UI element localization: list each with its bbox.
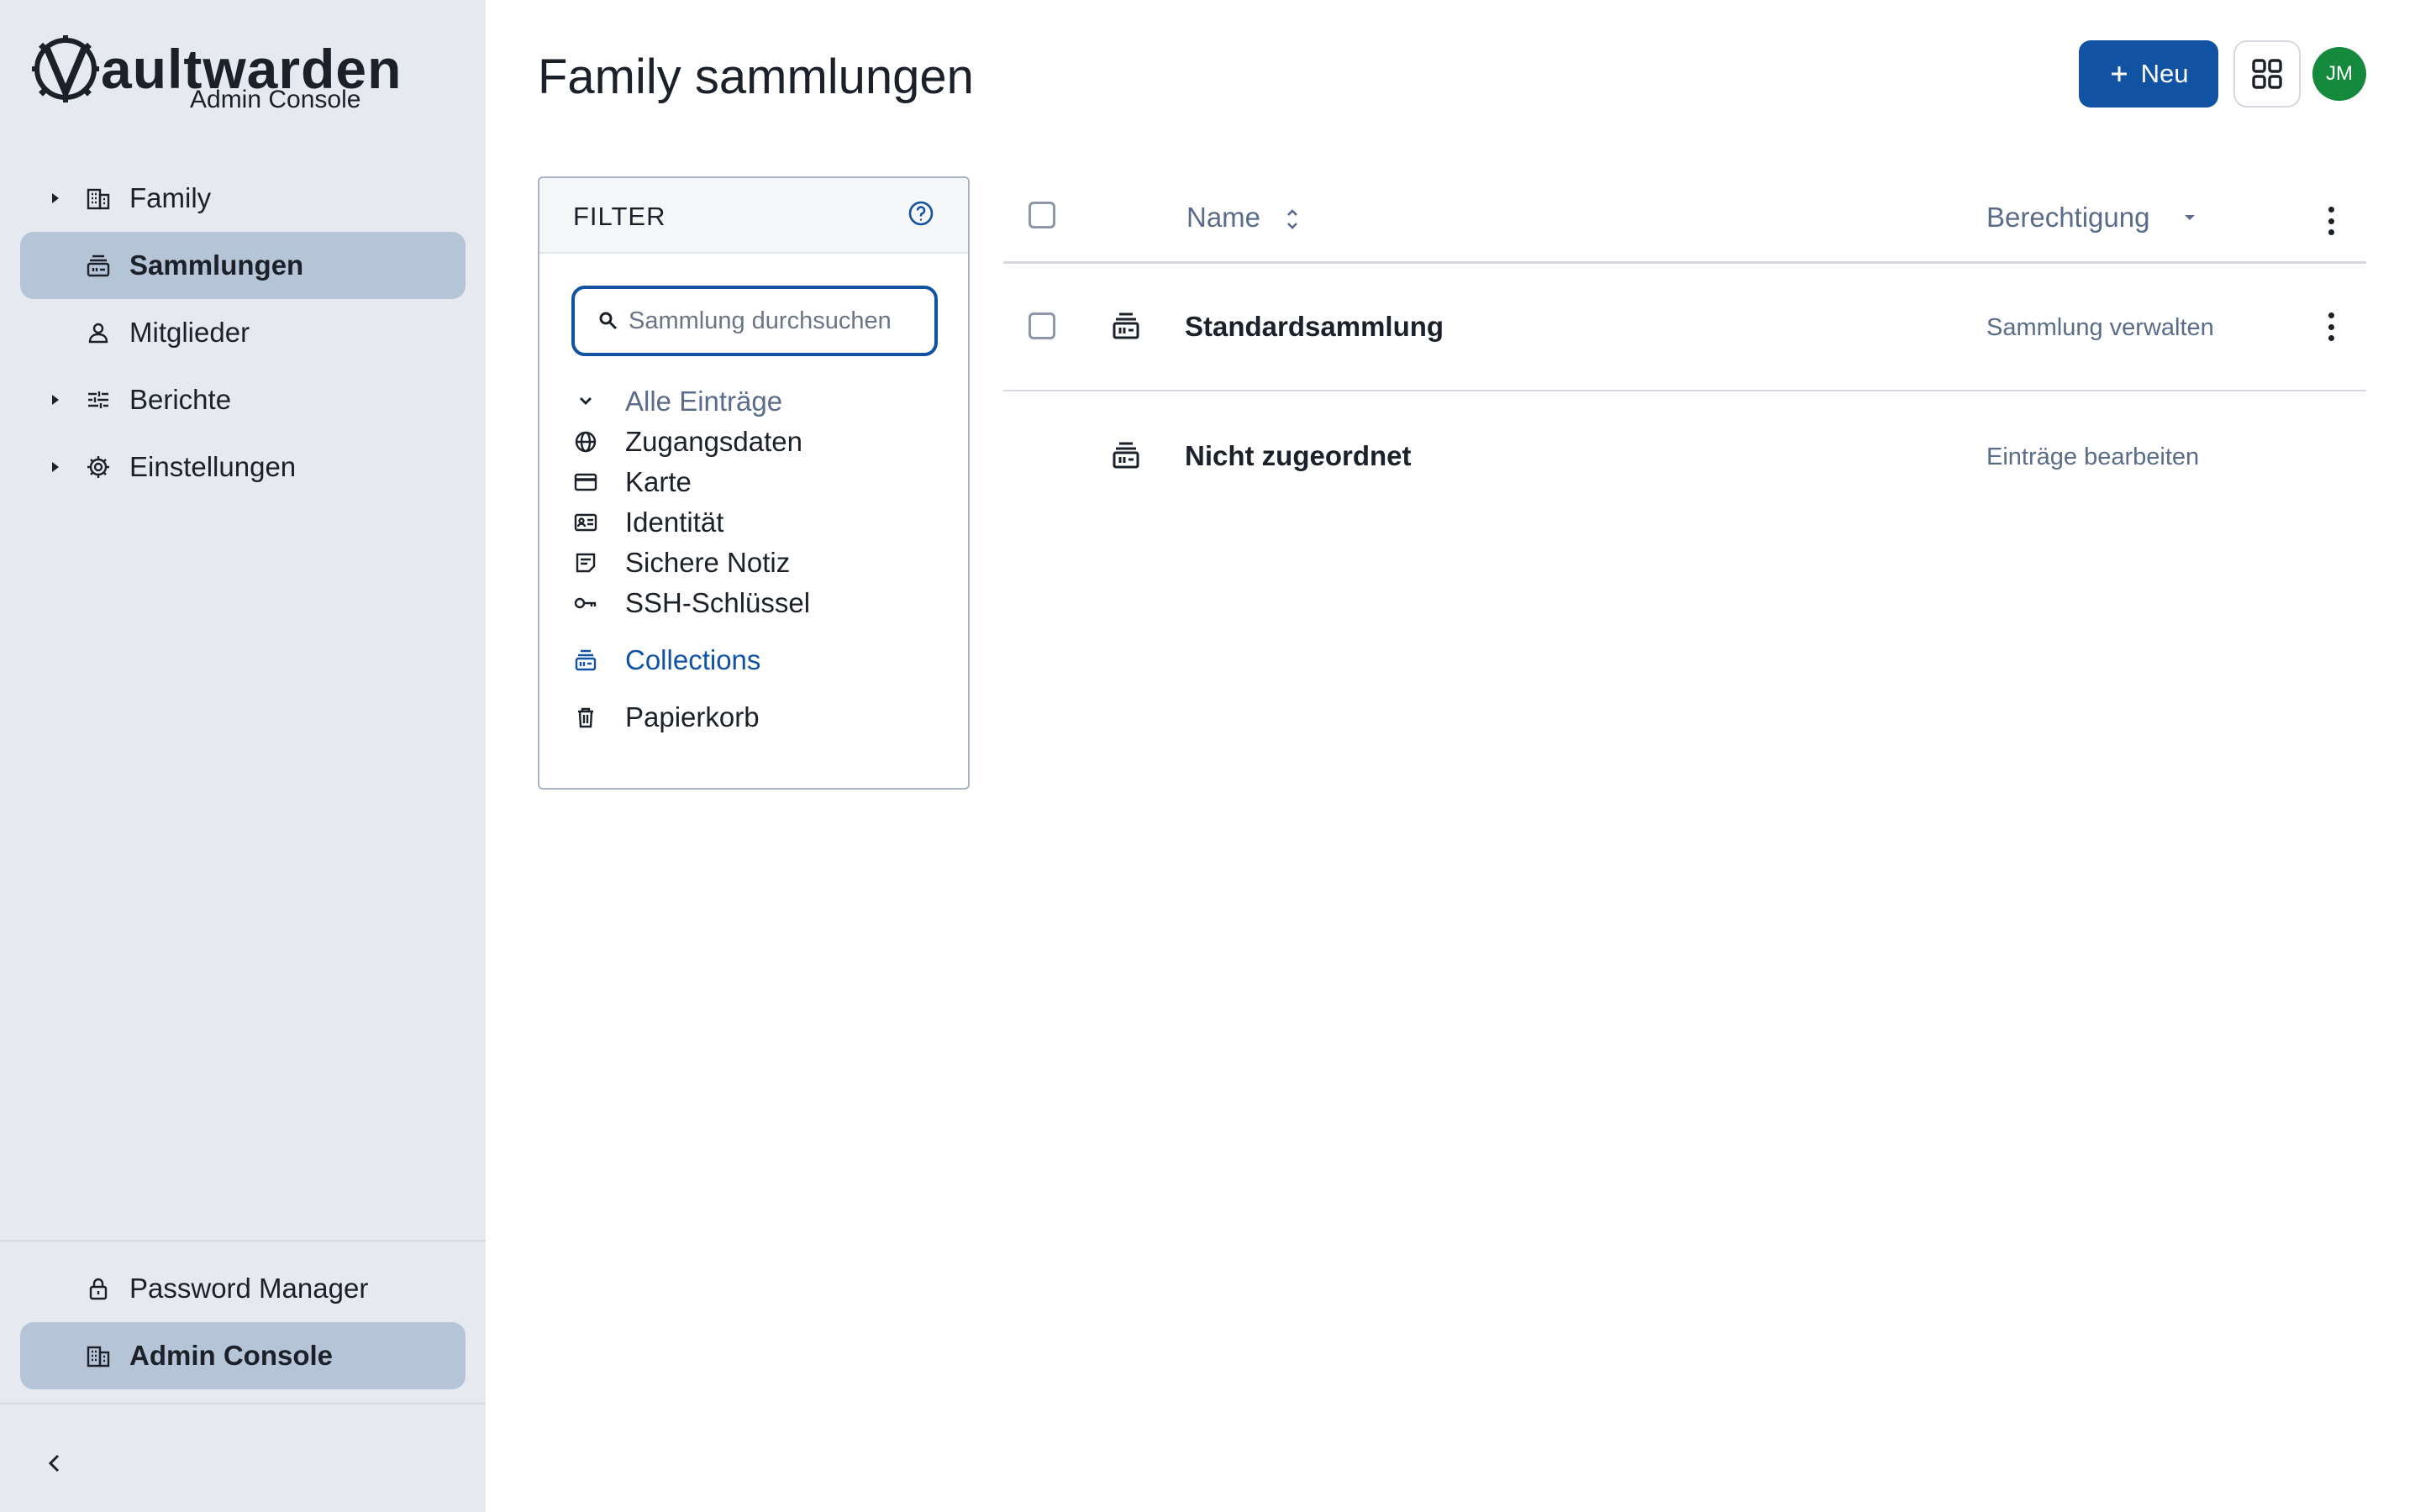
filter-collections[interactable]: Collections (573, 642, 760, 679)
building-icon (84, 1341, 113, 1370)
filter-all-items-label: Alle Einträge (625, 386, 783, 417)
id-card-icon (573, 510, 598, 535)
vaultwarden-logo[interactable]: aultwarden Admin Console (32, 30, 401, 123)
caret-down-icon[interactable] (2183, 213, 2196, 222)
table-row[interactable]: Nicht zugeordnet Einträge bearbeiten (1003, 391, 2366, 519)
collection-search-box[interactable] (571, 286, 938, 356)
key-icon (573, 591, 598, 616)
filter-type-label: Karte (625, 466, 692, 497)
chevron-left-icon (48, 1454, 60, 1473)
collapse-sidebar-button[interactable] (37, 1446, 71, 1480)
plus-icon (2111, 66, 2127, 81)
product-label: Password Manager (129, 1273, 369, 1304)
product-label: Admin Console (129, 1340, 334, 1371)
building-icon (84, 184, 113, 213)
select-all-checkbox[interactable] (1028, 202, 1055, 228)
filter-type-secure-note[interactable]: Sichere Notiz (573, 544, 790, 581)
sidebar-item-label: Mitglieder (129, 317, 250, 348)
filter-collections-label: Collections (625, 644, 761, 675)
sort-icon[interactable] (1282, 205, 1302, 234)
filter-trash[interactable]: Papierkorb (573, 699, 760, 736)
filter-type-card[interactable]: Karte (573, 464, 692, 501)
table-row[interactable]: Standardsammlung Sammlung verwalten (1003, 264, 2366, 391)
filter-type-ssh-key[interactable]: SSH-Schlüssel (573, 585, 810, 622)
card-icon (573, 470, 598, 495)
collection-name[interactable]: Nicht zugeordnet (1185, 440, 1412, 472)
shield-gear-logo-icon (32, 35, 99, 102)
row-checkbox[interactable] (1028, 312, 1055, 339)
sidebar-item-mitglieder[interactable]: Mitglieder (20, 299, 466, 366)
collection-name[interactable]: Standardsammlung (1185, 311, 1444, 343)
filter-panel: FILTER Alle Einträge Zugangsdaten Karte … (538, 176, 970, 790)
filter-header: FILTER (539, 178, 968, 254)
sidebar-item-berichte[interactable]: Berichte (20, 366, 466, 433)
sidebar-item-label: Sammlungen (129, 249, 304, 281)
filter-type-login[interactable]: Zugangsdaten (573, 423, 802, 460)
trash-icon (573, 705, 598, 730)
chevron-down-icon[interactable] (573, 389, 598, 414)
help-icon[interactable] (908, 200, 934, 227)
table-options-kebab-icon[interactable] (2326, 207, 2336, 235)
search-icon (599, 312, 618, 330)
collection-permission: Einträge bearbeiten (1986, 444, 2200, 470)
lock-icon (84, 1274, 113, 1303)
page-title: Family sammlungen (538, 50, 974, 104)
product-admin-console[interactable]: Admin Console (20, 1322, 466, 1389)
search-input[interactable] (629, 301, 923, 341)
sliders-icon (84, 386, 113, 414)
note-icon (573, 550, 598, 575)
filter-type-label: Sichere Notiz (625, 547, 791, 578)
new-button[interactable]: Neu (2079, 40, 2218, 108)
collection-icon (573, 648, 598, 673)
grid-icon (2252, 59, 2282, 89)
caret-right-icon[interactable] (47, 190, 64, 207)
filter-trash-label: Papierkorb (625, 701, 760, 732)
new-button-label: Neu (2140, 59, 2189, 88)
collection-icon (1113, 312, 1139, 339)
caret-right-icon[interactable] (47, 459, 64, 475)
sidebar-item-label: Einstellungen (129, 451, 297, 482)
collection-icon (84, 251, 113, 280)
sidebar-item-einstellungen[interactable]: Einstellungen (20, 433, 466, 501)
column-header-permission[interactable]: Berechtigung (1986, 202, 2149, 234)
sidebar-item-sammlungen[interactable]: Sammlungen (20, 232, 466, 299)
sidebar-divider (0, 1403, 486, 1404)
user-icon (84, 318, 113, 347)
row-options-kebab-icon[interactable] (2326, 312, 2336, 341)
sidebar-item-label: Family (129, 182, 212, 213)
filter-type-label: Identität (625, 507, 724, 538)
avatar[interactable]: JM (2312, 47, 2366, 101)
sidebar-item-label: Berichte (129, 384, 232, 415)
filter-title: FILTER (573, 202, 666, 231)
sidebar: aultwarden Admin Console Family Sammlung… (0, 0, 486, 1512)
column-header-name[interactable]: Name (1186, 202, 1260, 234)
caret-right-icon[interactable] (47, 391, 64, 408)
filter-all-items[interactable]: Alle Einträge (573, 383, 782, 420)
collection-icon (1113, 442, 1139, 469)
filter-type-label: Zugangsdaten (625, 426, 803, 457)
filter-type-label: SSH-Schlüssel (625, 587, 811, 618)
sidebar-divider (0, 1240, 486, 1242)
product-switcher-button[interactable] (2233, 40, 2301, 108)
product-password-manager[interactable]: Password Manager (20, 1255, 466, 1322)
gear-icon (84, 453, 113, 481)
table-header: Name Berechtigung (1003, 176, 2366, 264)
collection-permission: Sammlung verwalten (1986, 314, 2214, 341)
globe-icon (573, 429, 598, 454)
sidebar-item-family[interactable]: Family (20, 165, 466, 232)
filter-type-identity[interactable]: Identität (573, 504, 723, 541)
logo-subtitle: Admin Console (190, 86, 361, 113)
